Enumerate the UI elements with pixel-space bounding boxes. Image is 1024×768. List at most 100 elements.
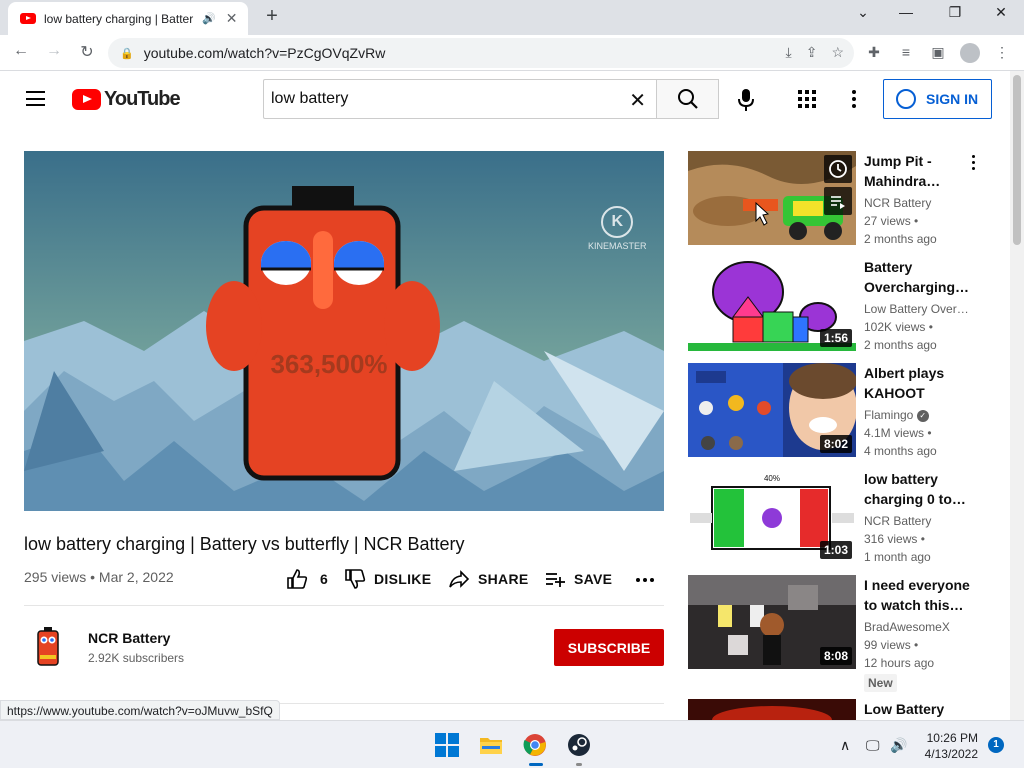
reload-icon[interactable]: ↻ xyxy=(75,42,99,62)
user-circle-icon xyxy=(896,89,916,109)
clock-time: 10:26 PM xyxy=(926,731,978,745)
channel-battery-avatar-icon xyxy=(37,627,59,666)
youtube-wordmark: YouTube xyxy=(104,88,181,110)
watch-later-clock-icon[interactable] xyxy=(824,155,852,183)
back-arrow-icon[interactable]: ← xyxy=(9,42,33,60)
scrollbar-thumb[interactable] xyxy=(1013,75,1021,245)
link-hover-status-url: https://www.youtube.com/watch?v=oJMuvw_b… xyxy=(0,700,280,720)
network-monitor-icon[interactable]: 🖵 xyxy=(866,737,880,754)
address-bar[interactable]: 🔒 youtube.com/watch?v=PzCgOVqZvRw ⤓ ⇪ ☆ xyxy=(108,38,854,68)
search-input[interactable]: low battery ✕ xyxy=(263,79,656,119)
notification-count-badge[interactable]: 1 xyxy=(988,737,1004,753)
steam-icon[interactable] xyxy=(567,733,591,757)
more-actions-icon[interactable] xyxy=(636,577,654,583)
like-button[interactable]: 6 xyxy=(286,568,328,590)
save-button[interactable]: SAVE xyxy=(544,568,612,590)
bookmark-star-icon[interactable]: ☆ xyxy=(831,44,844,61)
profile-avatar-icon[interactable] xyxy=(960,43,980,63)
volume-icon[interactable]: 🔊 xyxy=(890,737,907,754)
youtube-apps-grid-icon[interactable] xyxy=(798,90,816,108)
settings-more-icon[interactable] xyxy=(852,90,856,111)
video-views-date: 295 views • Mar 2, 2022 xyxy=(24,569,174,585)
browser-tab-strip: low battery charging | Batter 🔊 ✕ + ⌄ — … xyxy=(0,0,1024,35)
tab-search-chevron-icon[interactable]: ⌄ xyxy=(848,4,878,21)
extensions-puzzle-icon[interactable]: ✚ xyxy=(864,44,884,61)
windows-start-icon[interactable] xyxy=(435,733,459,757)
video-thumbnail[interactable]: 1:56 xyxy=(688,257,856,351)
youtube-logo[interactable]: YouTube xyxy=(72,88,181,111)
thumbs-up-icon xyxy=(287,569,308,589)
forward-arrow-icon[interactable]: → xyxy=(42,42,66,60)
rec-title[interactable]: Albert plays KAHOOT xyxy=(864,363,974,403)
chrome-menu-icon[interactable]: ⋮ xyxy=(992,44,1012,61)
search-button[interactable] xyxy=(656,79,719,119)
rec-channel[interactable]: Flamingo ✓ xyxy=(864,408,984,422)
close-tab-icon[interactable]: ✕ xyxy=(226,10,238,27)
new-tab-button[interactable]: + xyxy=(260,5,284,28)
video-thumbnail[interactable] xyxy=(688,151,856,245)
playlist-add-icon xyxy=(546,573,565,587)
lock-icon[interactable]: 🔒 xyxy=(120,47,134,60)
rec-title[interactable]: low battery charging 0 to… xyxy=(864,469,974,509)
rec-channel[interactable]: Low Battery Over… xyxy=(864,302,984,316)
channel-avatar[interactable] xyxy=(26,626,70,670)
battery-percentage-overlay: 363,500% xyxy=(270,349,387,379)
rec-channel[interactable]: NCR Battery xyxy=(864,196,984,210)
page-scrollbar[interactable] xyxy=(1010,71,1024,720)
duration-badge: 1:56 xyxy=(819,329,852,347)
video-thumbnail[interactable] xyxy=(688,699,856,720)
thumbnail-image xyxy=(688,699,856,720)
browser-toolbar: ← → ↻ 🔒 youtube.com/watch?v=PzCgOVqZvRw … xyxy=(0,35,1024,71)
rec-more-icon[interactable] xyxy=(972,155,976,173)
channel-subscriber-count: 2.92K subscribers xyxy=(88,651,185,665)
video-player[interactable]: 363,500% xyxy=(24,151,664,511)
recommended-video[interactable]: Low Battery xyxy=(688,699,998,720)
audio-playing-icon[interactable]: 🔊 xyxy=(202,12,216,25)
video-title: low battery charging | Battery vs butter… xyxy=(24,534,465,554)
side-panel-icon[interactable]: ▣ xyxy=(928,44,948,61)
install-app-icon[interactable]: ⤓ xyxy=(786,44,792,61)
video-thumbnail[interactable]: 8:02 xyxy=(688,363,856,457)
media-controls-icon[interactable]: ≡ xyxy=(896,44,916,60)
clear-search-icon[interactable]: ✕ xyxy=(629,88,646,113)
close-window-icon[interactable]: ✕ xyxy=(986,4,1016,21)
rec-title[interactable]: Battery Overcharging… xyxy=(864,257,974,297)
share-page-icon[interactable]: ⇪ xyxy=(806,44,818,61)
search-input-value[interactable]: low battery xyxy=(271,90,348,108)
restore-window-icon[interactable]: ❐ xyxy=(940,4,970,21)
rec-channel[interactable]: NCR Battery xyxy=(864,514,984,528)
rec-channel[interactable]: BradAwesomeX xyxy=(864,620,984,634)
rec-title[interactable]: Low Battery xyxy=(864,699,974,719)
sign-in-button[interactable]: SIGN IN xyxy=(883,79,992,119)
subscribe-button[interactable]: SUBSCRIBE xyxy=(554,629,664,666)
share-arrow-icon xyxy=(449,570,470,588)
rec-views: 99 views • xyxy=(864,638,919,652)
channel-name[interactable]: NCR Battery xyxy=(88,630,170,646)
kinemaster-watermark: K KINEMASTER xyxy=(588,206,647,251)
rec-channel-name[interactable]: Flamingo xyxy=(864,408,913,422)
microphone-icon[interactable] xyxy=(736,89,756,111)
chrome-browser-icon[interactable] xyxy=(523,733,547,757)
clock-date: 4/13/2022 xyxy=(924,747,978,761)
windows-taskbar: ∧ 🖵 🔊 10:26 PM 4/13/2022 1 xyxy=(0,720,1024,768)
like-count: 6 xyxy=(320,571,329,587)
dislike-button[interactable]: DISLIKE xyxy=(344,568,431,590)
video-thumbnail[interactable]: 8:08 xyxy=(688,575,856,669)
minimize-window-icon[interactable]: — xyxy=(891,4,921,20)
url-text[interactable]: youtube.com/watch?v=PzCgOVqZvRw xyxy=(144,45,386,61)
share-button[interactable]: SHARE xyxy=(448,568,529,590)
dislike-label: DISLIKE xyxy=(374,571,432,587)
thumbnail-percentage-label: 40% xyxy=(764,474,780,483)
add-to-queue-icon[interactable] xyxy=(824,187,852,215)
rec-title[interactable]: I need everyone to watch this… xyxy=(864,575,974,615)
show-hidden-icons-chevron-icon[interactable]: ∧ xyxy=(840,737,850,754)
share-label: SHARE xyxy=(478,571,529,587)
system-clock[interactable]: 10:26 PM 4/13/2022 xyxy=(918,730,978,762)
rec-title[interactable]: Jump Pit - Mahindra… xyxy=(864,151,974,191)
hamburger-menu-icon[interactable] xyxy=(26,91,45,106)
file-explorer-icon[interactable] xyxy=(479,733,503,757)
video-thumbnail[interactable]: 40% 1:03 xyxy=(688,469,856,563)
duration-badge: 8:02 xyxy=(819,435,852,453)
search-icon xyxy=(677,89,698,109)
browser-tab-active[interactable]: low battery charging | Batter 🔊 ✕ xyxy=(8,2,248,35)
